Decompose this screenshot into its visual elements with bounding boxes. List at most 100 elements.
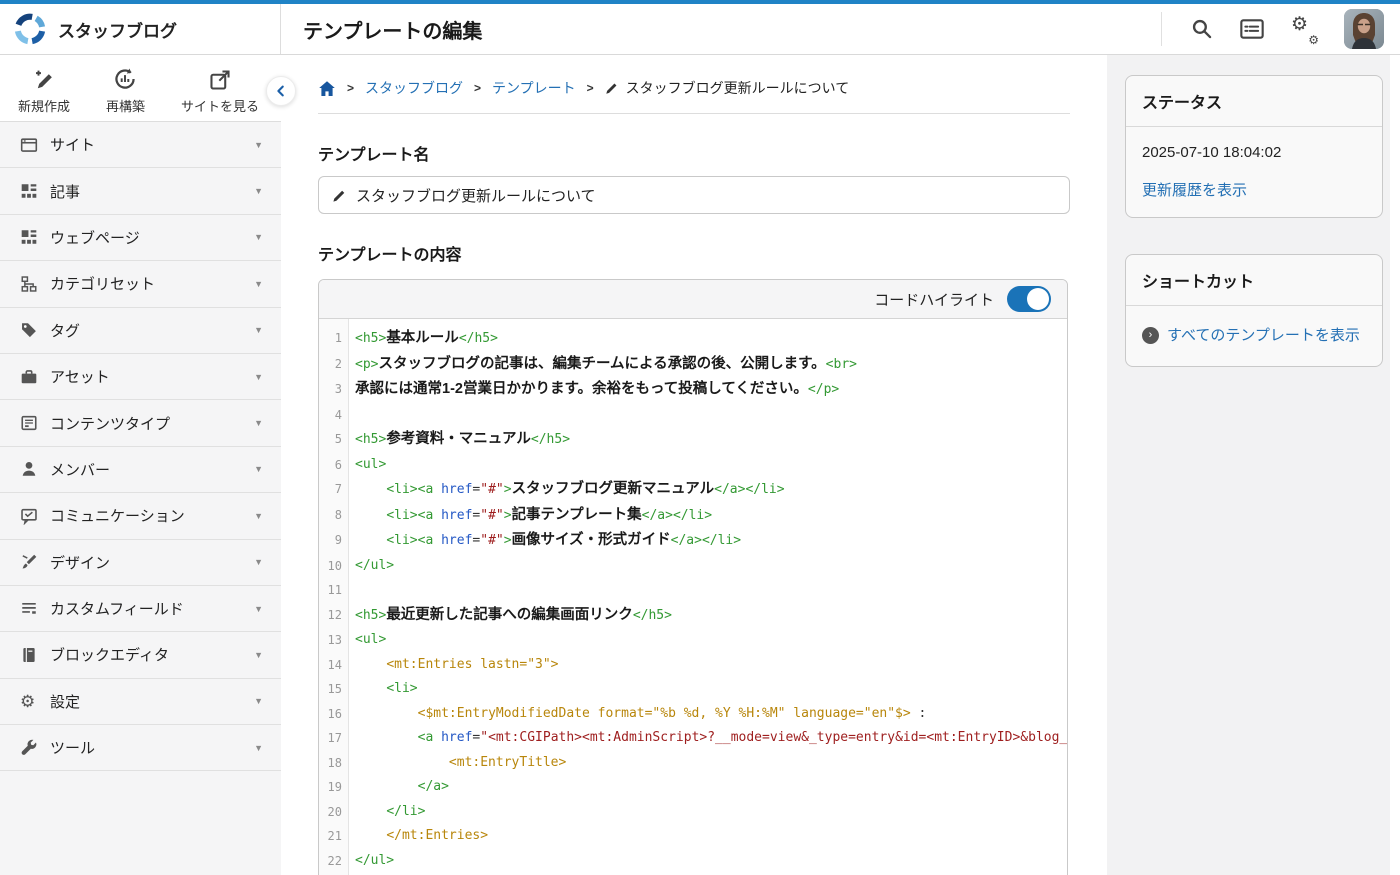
status-title: ステータス (1126, 76, 1382, 127)
sidebar-item-entry[interactable]: 記事▼ (0, 168, 281, 214)
code-line-17: 17 <a href="<mt:CGIPath><mt:AdminScript>… (319, 726, 1067, 751)
sidebar-item-member[interactable]: メンバー▼ (0, 447, 281, 493)
code-line-14: 14 <mt:Entries lastn="3"> (319, 653, 1067, 678)
settings-gears-icon[interactable]: ⚙⚙ (1291, 17, 1317, 41)
rebuild-icon (113, 67, 137, 91)
pencil-icon (605, 81, 619, 95)
top-accent-strip (0, 0, 1400, 4)
breadcrumb-separator: > (474, 81, 481, 95)
sidebar-item-tools[interactable]: ツール▼ (0, 725, 281, 771)
breadcrumb-separator: > (587, 81, 594, 95)
sidebar-item-block-editor[interactable]: ブロックエディタ▼ (0, 632, 281, 678)
chevron-down-icon: ▼ (254, 140, 263, 150)
chevron-down-icon: ▼ (254, 372, 263, 382)
sidebar-actions: 新規作成再構築サイトを見る (0, 55, 281, 122)
line-number: 5 (319, 427, 349, 453)
template-code-editor: コードハイライト 1<h5>基本ルール</h5>2<p>スタッフブログの記事は、… (318, 279, 1068, 875)
category-set-icon (20, 275, 50, 293)
line-number: 15 (319, 677, 349, 702)
code-line-3: 3承認には通常1-2営業日かかります。余裕をもって投稿してください。</p> (319, 377, 1067, 403)
code-line-2: 2<p>スタッフブログの記事は、編集チームによる承認の後、公開します。<br> (319, 352, 1067, 378)
breadcrumb-divider (318, 113, 1070, 114)
line-number: 21 (319, 824, 349, 849)
chevron-down-icon: ▼ (254, 743, 263, 753)
line-number: 13 (319, 628, 349, 653)
line-number: 3 (319, 377, 349, 403)
action-rebuild-button[interactable]: 再構築 (98, 61, 153, 121)
history-link[interactable]: 更新履歴を表示 (1142, 182, 1247, 199)
breadcrumb-link-1[interactable]: テンプレート (492, 78, 576, 98)
brand[interactable]: スタッフブログ (0, 4, 281, 54)
chevron-down-icon: ▼ (254, 557, 263, 567)
code-line-20: 20 </li> (319, 800, 1067, 825)
code-line-13: 13<ul> (319, 628, 1067, 653)
chevron-down-icon: ▼ (254, 186, 263, 196)
line-number: 1 (319, 326, 349, 352)
action-create-button[interactable]: 新規作成 (10, 61, 78, 121)
shortcut-card: ショートカット › すべてのテンプレートを表示 (1125, 254, 1383, 367)
content-type-icon (20, 414, 50, 432)
sidebar-item-custom-fields[interactable]: カスタムフィールド▼ (0, 586, 281, 632)
right-panel: ステータス 2025-07-10 18:04:02 更新履歴を表示 ショートカッ… (1107, 55, 1400, 875)
template-name-input[interactable]: スタッフブログ更新ルールについて (318, 176, 1070, 214)
search-icon[interactable] (1191, 18, 1213, 40)
editor-toolbar: コードハイライト (319, 280, 1067, 319)
code-highlight-toggle[interactable] (1007, 286, 1051, 312)
breadcrumb-link-0[interactable]: スタッフブログ (365, 78, 463, 98)
template-content-label: テンプレートの内容 (318, 241, 1070, 265)
sidebar-item-communication[interactable]: コミュニケーション▼ (0, 493, 281, 539)
line-number: 14 (319, 653, 349, 678)
sidebar-item-tag[interactable]: タグ▼ (0, 308, 281, 354)
code-line-7: 7 <li><a href="#">スタッフブログ更新マニュアル</a></li… (319, 477, 1067, 503)
block-editor-icon (20, 646, 50, 664)
sidebar-item-webpage[interactable]: ウェブページ▼ (0, 215, 281, 261)
sidebar-item-asset[interactable]: アセット▼ (0, 354, 281, 400)
external-link-icon (209, 67, 231, 91)
topbar-divider (1161, 12, 1162, 46)
chevron-down-icon: ▼ (254, 325, 263, 335)
sidebar-item-site[interactable]: サイト▼ (0, 122, 281, 168)
chevron-down-icon: ▼ (254, 232, 263, 242)
asset-icon (20, 368, 50, 386)
status-updated-time: 2025-07-10 18:04:02 (1142, 144, 1366, 161)
code-line-4: 4 (319, 403, 1067, 428)
chevron-down-icon: ▼ (254, 464, 263, 474)
site-icon (20, 136, 50, 154)
chevron-down-icon: ▼ (254, 418, 263, 428)
code-line-18: 18 <mt:EntryTitle> (319, 751, 1067, 776)
code-line-5: 5<h5>参考資料・マニュアル</h5> (319, 427, 1067, 453)
home-icon[interactable] (318, 80, 336, 97)
all-templates-link[interactable]: すべてのテンプレートを表示 (1167, 323, 1360, 349)
code-line-9: 9 <li><a href="#">画像サイズ・形式ガイド</a></li> (319, 528, 1067, 554)
avatar[interactable] (1344, 9, 1384, 49)
arrow-circle-icon: › (1142, 327, 1159, 344)
code-line-22: 22</ul> (319, 849, 1067, 874)
code-area[interactable]: 1<h5>基本ルール</h5>2<p>スタッフブログの記事は、編集チームによる承… (319, 319, 1067, 875)
line-number: 19 (319, 775, 349, 800)
site-name: スタッフブログ (58, 17, 177, 42)
sidebar-item-category-set[interactable]: カテゴリセット▼ (0, 261, 281, 307)
custom-fields-icon (20, 600, 50, 618)
list-window-icon[interactable] (1240, 18, 1264, 40)
sidebar-collapse-button[interactable] (266, 76, 296, 106)
template-name-value: スタッフブログ更新ルールについて (356, 185, 596, 206)
left-sidebar: 新規作成再構築サイトを見る サイト▼記事▼ウェブページ▼カテゴリセット▼タグ▼ア… (0, 55, 281, 875)
code-line-8: 8 <li><a href="#">記事テンプレート集</a></li> (319, 503, 1067, 529)
settings-icon: ⚙ (20, 693, 50, 710)
sidebar-item-content-type[interactable]: コンテンツタイプ▼ (0, 400, 281, 446)
line-number: 16 (319, 702, 349, 727)
chevron-left-icon (274, 84, 288, 98)
code-line-19: 19 </a> (319, 775, 1067, 800)
line-number: 12 (319, 603, 349, 629)
code-line-16: 16 <$mt:EntryModifiedDate format="%b %d,… (319, 702, 1067, 727)
action-view-site-button[interactable]: サイトを見る (173, 61, 267, 121)
sidebar-item-settings[interactable]: ⚙設定▼ (0, 679, 281, 725)
page-title: テンプレートの編集 (281, 15, 1161, 44)
scrollbar-track[interactable] (1390, 0, 1400, 875)
top-bar: スタッフブログ テンプレートの編集 ⚙⚙ (0, 4, 1400, 55)
line-number: 7 (319, 477, 349, 503)
sidebar-item-design[interactable]: デザイン▼ (0, 540, 281, 586)
design-icon (20, 553, 50, 571)
code-line-10: 10</ul> (319, 554, 1067, 579)
chevron-down-icon: ▼ (254, 511, 263, 521)
